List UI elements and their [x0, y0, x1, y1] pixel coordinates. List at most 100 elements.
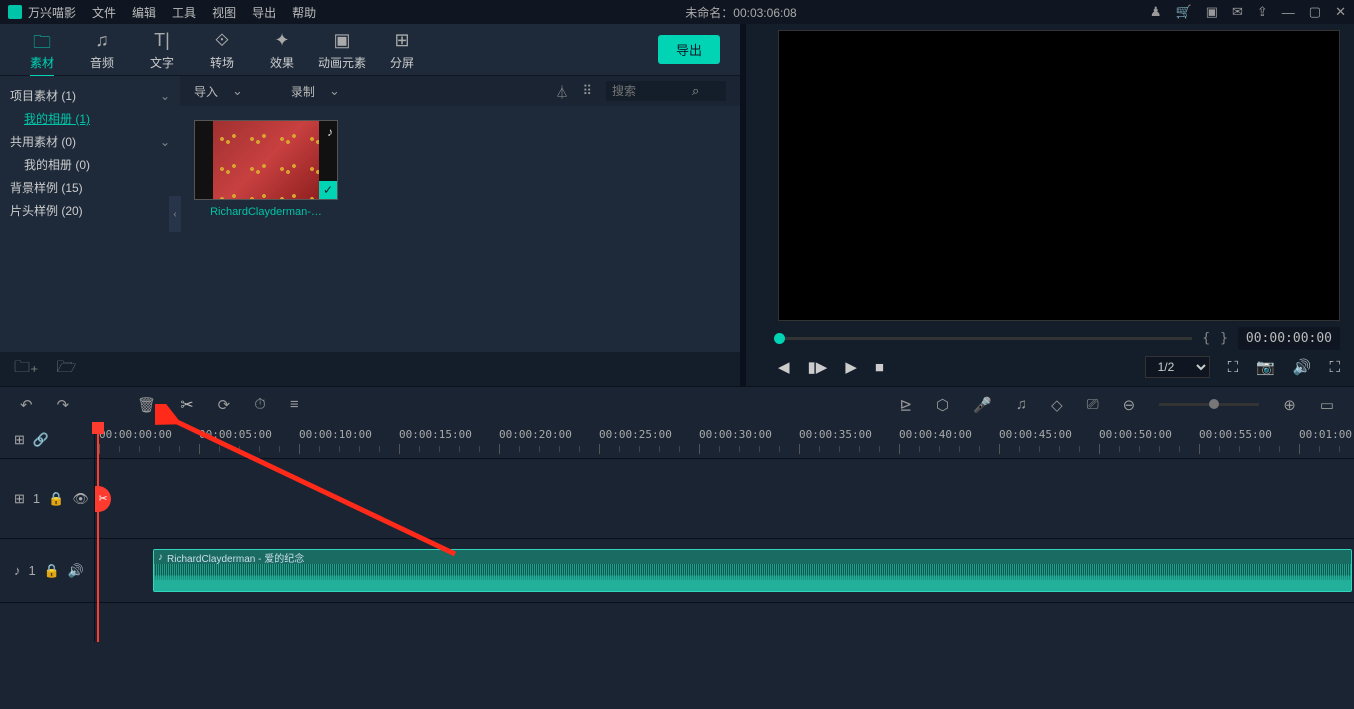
video-track: ⊞ 1 🔒 👁 ✂: [0, 458, 1354, 538]
user-icon[interactable]: ♟: [1150, 4, 1162, 20]
time-ruler[interactable]: 00:00:00:0000:00:05:0000:00:10:0000:00:1…: [95, 422, 1354, 458]
lock-icon[interactable]: 🔒: [48, 491, 64, 507]
titlebar: 万兴喵影 文件 编辑 工具 视图 导出 帮助 未命名：00:03:06:08 ♟…: [0, 0, 1354, 24]
audio-clip[interactable]: ♪RichardClayderman - 爱的纪念: [153, 549, 1352, 592]
tab-text[interactable]: T| 文字: [132, 30, 192, 71]
zoom-slider[interactable]: [1159, 403, 1259, 406]
zoom-out-icon[interactable]: ⊖: [1123, 396, 1136, 414]
media-clip[interactable]: ♪ ✓ RichardClayderman-…: [194, 120, 338, 218]
audio-track-body[interactable]: ♪RichardClayderman - 爱的纪念: [95, 539, 1354, 602]
menu-file[interactable]: 文件: [92, 4, 116, 21]
save-icon[interactable]: ▣: [1206, 4, 1218, 20]
audio-icon: ♪: [14, 563, 21, 578]
voiceover-icon[interactable]: 🎤: [973, 396, 992, 414]
tree-item-intro[interactable]: 片头样例 (20): [10, 199, 170, 222]
film-icon: ⊞: [14, 491, 25, 507]
menu-export[interactable]: 导出: [252, 4, 276, 21]
marker-icon[interactable]: ⬡: [936, 396, 949, 414]
play-button[interactable]: ▶: [845, 358, 857, 376]
tree-item-background[interactable]: 背景样例 (15): [10, 176, 170, 199]
bracket-out[interactable]: }: [1220, 331, 1228, 346]
fit-icon[interactable]: ▭: [1320, 396, 1334, 414]
playhead[interactable]: [97, 422, 99, 642]
media-grid: ♪ ✓ RichardClayderman-…: [180, 106, 740, 352]
preview-scale-select[interactable]: 1/2: [1145, 356, 1210, 378]
menu-view[interactable]: 视图: [212, 4, 236, 21]
maximize-icon[interactable]: ▢: [1309, 4, 1321, 20]
chevron-down-icon[interactable]: ⌄: [232, 83, 243, 99]
fullscreen-icon[interactable]: ⛶: [1329, 359, 1340, 376]
adjust-button[interactable]: ≡: [290, 396, 299, 413]
keyframe-icon[interactable]: ◇: [1051, 396, 1063, 414]
search-field[interactable]: [612, 84, 692, 98]
bracket-in[interactable]: {: [1202, 331, 1210, 346]
stop-button[interactable]: ■: [875, 359, 884, 376]
link-icon[interactable]: 🔗: [33, 432, 49, 448]
app-name: 万兴喵影: [28, 4, 76, 21]
menu-edit[interactable]: 编辑: [132, 4, 156, 21]
tree-item-project[interactable]: 项目素材 (1)⌄: [10, 84, 170, 107]
prev-frame-button[interactable]: ◀: [778, 358, 790, 376]
export-button[interactable]: 导出: [658, 35, 720, 64]
mute-icon[interactable]: 🔊: [68, 563, 84, 579]
music-icon[interactable]: ♫: [1016, 396, 1027, 413]
undo-button[interactable]: ↶: [20, 396, 33, 414]
menu-help[interactable]: 帮助: [292, 4, 316, 21]
audio-clip-label: RichardClayderman - 爱的纪念: [167, 550, 304, 565]
tab-motion[interactable]: ▣ 动画元素: [312, 30, 372, 71]
empty-track-head: [0, 603, 95, 642]
tab-media[interactable]: 🗀 素材: [12, 30, 72, 77]
tab-audio[interactable]: ♫ 音频: [72, 30, 132, 71]
preview-screen[interactable]: [778, 30, 1340, 321]
crop-button[interactable]: ⟳: [218, 396, 231, 414]
delete-button[interactable]: 🗑: [137, 396, 156, 414]
tree-item-my-album-1[interactable]: 我的相册 (1): [10, 107, 170, 130]
folder-icon: 🗀: [12, 30, 72, 52]
tree-item-shared[interactable]: 共用素材 (0)⌄: [10, 130, 170, 153]
visibility-icon[interactable]: 👁: [72, 491, 89, 507]
tab-transition[interactable]: ⟐ 转场: [192, 30, 252, 71]
close-icon[interactable]: ✕: [1335, 4, 1346, 20]
grid-icon[interactable]: ⠿: [582, 83, 592, 99]
mixer-icon[interactable]: ⎚: [1087, 396, 1099, 413]
tree-item-my-album-0[interactable]: 我的相册 (0): [10, 153, 170, 176]
tab-effects[interactable]: ✦ 效果: [252, 30, 312, 71]
video-track-head: ⊞ 1 🔒 👁: [0, 459, 95, 538]
camera-icon[interactable]: 📷: [1256, 358, 1275, 376]
empty-track-body[interactable]: [95, 603, 1354, 642]
ruler-tick: 00:00:00:00: [99, 428, 172, 441]
collapse-tree-button[interactable]: ‹: [169, 196, 181, 232]
video-track-body[interactable]: ✂: [95, 459, 1354, 538]
add-folder-icon[interactable]: 🗀₊: [14, 356, 38, 383]
ribbon-tabs: 🗀 素材 ♫ 音频 T| 文字 ⟐ 转场 ✦ 效果 ▣ 动画元素: [0, 24, 740, 76]
scissors-button[interactable]: ✂: [180, 395, 193, 415]
menu-tools[interactable]: 工具: [172, 4, 196, 21]
clip-label: RichardClayderman-…: [194, 206, 338, 218]
add-track-icon[interactable]: ⊞: [14, 432, 25, 448]
ruler-tick: 00:00:45:00: [999, 428, 1072, 441]
lock-icon[interactable]: 🔒: [44, 563, 60, 579]
zoom-in-icon[interactable]: ⊕: [1283, 396, 1296, 414]
music-note-icon: ♪: [327, 125, 333, 139]
play-range-icon[interactable]: ⊵: [899, 396, 912, 414]
search-input[interactable]: ⌕: [606, 81, 726, 101]
ruler-tick: 00:00:15:00: [399, 428, 472, 441]
ruler-tick: 00:00:35:00: [799, 428, 872, 441]
filter-icon[interactable]: ⏃: [555, 82, 568, 101]
speed-button[interactable]: ⏱: [254, 396, 266, 413]
cart-icon[interactable]: 🛒: [1176, 4, 1192, 20]
volume-icon[interactable]: 🔊: [1293, 358, 1312, 376]
chevron-down-icon[interactable]: ⌄: [329, 83, 340, 99]
minimize-icon[interactable]: —: [1282, 5, 1295, 20]
mail-icon[interactable]: ✉: [1232, 4, 1243, 20]
redo-button[interactable]: ↷: [57, 396, 70, 414]
import-dropdown[interactable]: 导入: [194, 83, 218, 100]
mic-icon[interactable]: ⇪: [1257, 4, 1268, 20]
step-back-button[interactable]: ▮▶: [808, 358, 828, 376]
preview-scrubber[interactable]: [778, 337, 1192, 340]
capture-area-icon[interactable]: ⛶: [1228, 359, 1239, 376]
record-dropdown[interactable]: 录制: [291, 83, 315, 100]
sparkle-icon: ✦: [252, 30, 312, 52]
tab-split[interactable]: ⊞ 分屏: [372, 30, 432, 71]
folder-open-icon[interactable]: 🗁: [56, 356, 76, 383]
